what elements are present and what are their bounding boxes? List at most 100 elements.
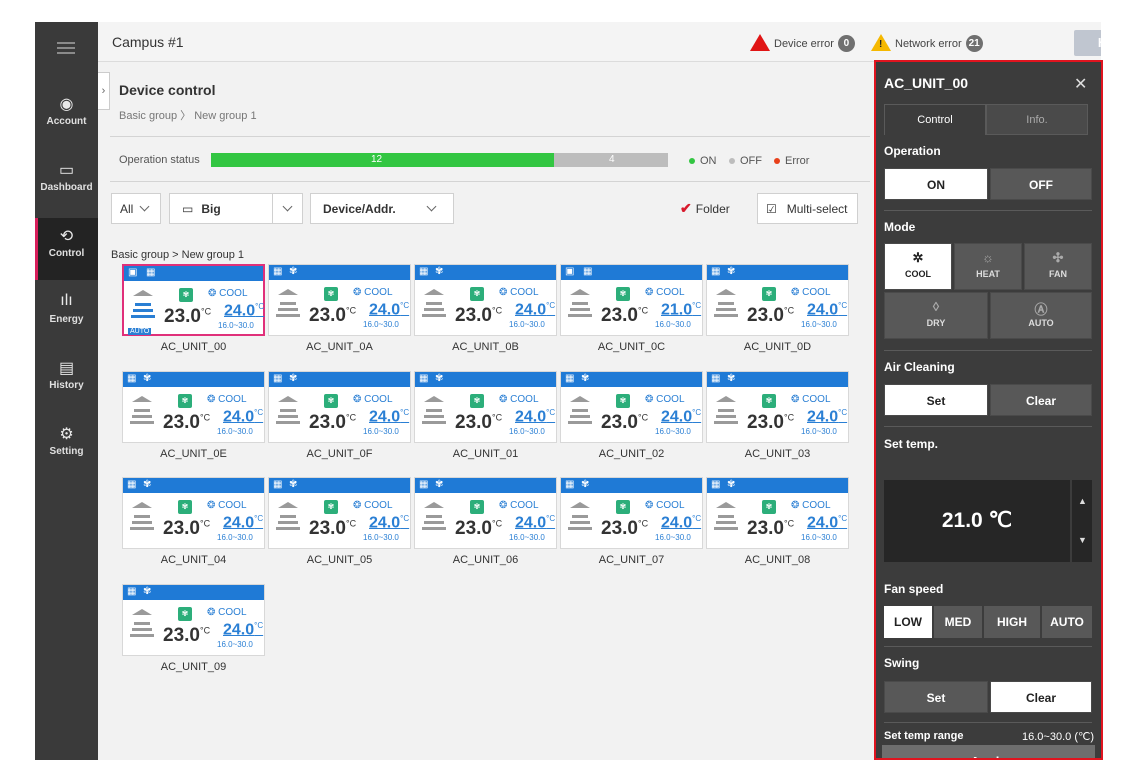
unit-card[interactable]: ▦ ✾ ✾ ❂ COOL 23.0°C 24.0°C 16.0~30.0 AC_UNIT_03 [706, 371, 849, 463]
mode-auto-button[interactable]: Ⓐ AUTO [990, 292, 1092, 339]
fan-low-button[interactable]: LOW [884, 606, 932, 638]
unit-card-body[interactable]: ▣ ▦ AUTO ✾ ❂ COOL 23.0°C 24.0°C 16.0~30.0 [122, 264, 265, 336]
unit-status-bar: ▦ ✾ [415, 372, 556, 387]
cassette-unit-icon [568, 502, 592, 530]
unit-card-body[interactable]: ▦ ✾ ✾ ❂ COOL 23.0°C 24.0°C 16.0~30.0 [122, 477, 265, 549]
mode-cool-button[interactable]: ✲ COOL [884, 243, 952, 290]
unit-card-body[interactable]: ▦ ✾ ✾ ❂ COOL 23.0°C 24.0°C 16.0~30.0 [122, 584, 265, 656]
mode-heat-button[interactable]: ☼ HEAT [954, 243, 1022, 290]
operation-status-bar: 12 4 [211, 153, 668, 167]
tab-info[interactable]: Info. [986, 104, 1088, 135]
unit-name: AC_UNIT_0B [452, 341, 519, 353]
tab-control[interactable]: Control [884, 104, 986, 135]
unit-name: AC_UNIT_0E [160, 448, 227, 460]
unit-card[interactable]: ▦ ✾ ✾ ❂ COOL 23.0°C 24.0°C 16.0~30.0 AC_UNIT_08 [706, 477, 849, 569]
schedule-icon: ▦ [711, 373, 721, 384]
network-error-indicator[interactable]: Network error 21 [871, 34, 983, 52]
unit-card[interactable]: ▦ ✾ ✾ ❂ COOL 23.0°C 24.0°C 16.0~30.0 AC_UNIT_05 [268, 477, 411, 569]
unit-card[interactable]: ▦ ✾ ✾ ❂ COOL 23.0°C 24.0°C 16.0~30.0 AC_UNIT_0D [706, 264, 849, 356]
temp-range: 16.0~30.0 [363, 427, 399, 436]
nav-item-dashboard[interactable]: ▭ Dashboard [35, 152, 98, 214]
unit-card[interactable]: ▣ ▦ ✾ ❂ COOL 23.0°C 21.0°C 16.0~30.0 AC_UNIT_0C [560, 264, 703, 356]
mode-fan-button[interactable]: ✣ FAN [1024, 243, 1092, 290]
fan-status-icon: ✾ [143, 586, 152, 597]
nav-item-history[interactable]: ▤ History [35, 350, 98, 412]
unit-card[interactable]: ▦ ✾ ✾ ❂ COOL 23.0°C 24.0°C 16.0~30.0 AC_UNIT_0F [268, 371, 411, 463]
operation-off-button[interactable]: OFF [990, 168, 1092, 200]
unit-card-body[interactable]: ▦ ✾ ✾ ❂ COOL 23.0°C 24.0°C 16.0~30.0 [122, 371, 265, 443]
unit-card-body[interactable]: ▦ ✾ ✾ ❂ COOL 23.0°C 24.0°C 16.0~30.0 [268, 371, 411, 443]
view-size-dropdown[interactable] [272, 193, 303, 224]
multi-select-button[interactable]: ☑ Multi-select [757, 193, 858, 224]
unit-status-bar: ▦ ✾ [707, 478, 848, 493]
unit-card-body[interactable]: ▣ ▦ ✾ ❂ COOL 23.0°C 21.0°C 16.0~30.0 [560, 264, 703, 336]
nav-item-setting[interactable]: ⚙ Setting [35, 416, 98, 478]
unit-card[interactable]: ▦ ✾ ✾ ❂ COOL 23.0°C 24.0°C 16.0~30.0 AC_UNIT_0B [414, 264, 557, 356]
air-cleaning-set-button[interactable]: Set [884, 384, 988, 416]
temp-down-arrow-icon[interactable]: ▼ [1078, 535, 1087, 545]
swing-clear-button[interactable]: Clear [990, 681, 1092, 713]
unit-card-body[interactable]: ▦ ✾ ✾ ❂ COOL 23.0°C 24.0°C 16.0~30.0 [268, 264, 411, 336]
fan-badge-icon: ✾ [762, 287, 776, 301]
apply-button[interactable]: Apply [882, 745, 1095, 760]
mode-dry-button[interactable]: ◊ DRY [884, 292, 988, 339]
folder-checkbox[interactable]: ✔ Folder [680, 193, 740, 224]
set-temp: 24.0°C [223, 408, 264, 426]
account-icon: ◉ [59, 96, 74, 113]
unit-card-body[interactable]: ▦ ✾ ✾ ❂ COOL 23.0°C 24.0°C 16.0~30.0 [706, 264, 849, 336]
unit-card[interactable]: ▦ ✾ ✾ ❂ COOL 23.0°C 24.0°C 16.0~30.0 AC_UNIT_01 [414, 371, 557, 463]
current-temp: 23.0°C [747, 412, 795, 433]
unit-mode: ❂ COOL [645, 500, 685, 511]
unit-status-bar: ▦ ✾ [269, 478, 410, 493]
menu-icon[interactable] [57, 42, 75, 54]
swing-set-button[interactable]: Set [884, 681, 988, 713]
temp-up-arrow-icon[interactable]: ▲ [1078, 496, 1087, 506]
unit-card-body[interactable]: ▦ ✾ ✾ ❂ COOL 23.0°C 24.0°C 16.0~30.0 [268, 477, 411, 549]
current-temp: 23.0°C [309, 518, 357, 539]
unit-card[interactable]: ▦ ✾ ✾ ❂ COOL 23.0°C 24.0°C 16.0~30.0 AC_UNIT_0A [268, 264, 411, 356]
air-cleaning-clear-button[interactable]: Clear [990, 384, 1092, 416]
sort-select[interactable]: Device/Addr. [310, 193, 454, 224]
schedule-icon: ▦ [583, 266, 593, 277]
schedule-icon: ▦ [273, 266, 283, 277]
unit-card[interactable]: ▦ ✾ ✾ ❂ COOL 23.0°C 24.0°C 16.0~30.0 AC_UNIT_09 [122, 584, 265, 676]
current-temp: 23.0°C [747, 518, 795, 539]
cassette-unit-icon [276, 289, 300, 317]
lock-icon: ▣ [565, 266, 575, 277]
fan-med-button[interactable]: MED [934, 606, 982, 638]
unit-card[interactable]: ▦ ✾ ✾ ❂ COOL 23.0°C 24.0°C 16.0~30.0 AC_UNIT_0E [122, 371, 265, 463]
unit-card[interactable]: ▦ ✾ ✾ ❂ COOL 23.0°C 24.0°C 16.0~30.0 AC_UNIT_02 [560, 371, 703, 463]
fan-auto-button[interactable]: AUTO [1042, 606, 1092, 638]
unit-card-body[interactable]: ▦ ✾ ✾ ❂ COOL 23.0°C 24.0°C 16.0~30.0 [414, 371, 557, 443]
chevron-down-icon [139, 201, 150, 212]
temp-range: 16.0~30.0 [655, 533, 691, 542]
nav-item-account[interactable]: ◉ Account [35, 86, 98, 148]
fan-status-icon: ✾ [289, 266, 298, 277]
schedule-icon: ▦ [711, 266, 721, 277]
unit-card[interactable]: ▦ ✾ ✾ ❂ COOL 23.0°C 24.0°C 16.0~30.0 AC_UNIT_04 [122, 477, 265, 569]
view-size-select[interactable]: ▭ Big [169, 193, 273, 224]
close-icon[interactable]: ✕ [1074, 74, 1087, 94]
filter-all-select[interactable]: All [111, 193, 161, 224]
current-temp: 23.0°C [163, 625, 211, 646]
divider [884, 426, 1092, 427]
unit-card-body[interactable]: ▦ ✾ ✾ ❂ COOL 23.0°C 24.0°C 16.0~30.0 [560, 477, 703, 549]
device-error-indicator[interactable]: Device error 0 [750, 34, 855, 52]
nav-item-energy[interactable]: ılı Energy [35, 284, 98, 346]
fan-status-icon: ✾ [289, 373, 298, 384]
unit-card-body[interactable]: ▦ ✾ ✾ ❂ COOL 23.0°C 24.0°C 16.0~30.0 [560, 371, 703, 443]
nav-item-control[interactable]: ⟲ Control [35, 218, 98, 280]
unit-card-body[interactable]: ▦ ✾ ✾ ❂ COOL 23.0°C 24.0°C 16.0~30.0 [706, 477, 849, 549]
unit-card[interactable]: ▣ ▦ AUTO ✾ ❂ COOL 23.0°C 24.0°C 16.0~30.0 AC_UNI… [122, 264, 265, 356]
unit-card[interactable]: ▦ ✾ ✾ ❂ COOL 23.0°C 24.0°C 16.0~30.0 AC_UNIT_06 [414, 477, 557, 569]
operation-on-button[interactable]: ON [884, 168, 988, 200]
help-button[interactable]: Help [1074, 30, 1101, 56]
unit-card-body[interactable]: ▦ ✾ ✾ ❂ COOL 23.0°C 24.0°C 16.0~30.0 [414, 264, 557, 336]
current-temp: 23.0°C [455, 518, 503, 539]
fan-high-button[interactable]: HIGH [984, 606, 1040, 638]
unit-status-bar: ▣ ▦ [124, 266, 263, 281]
expand-tree-button[interactable]: › [98, 72, 110, 110]
unit-card-body[interactable]: ▦ ✾ ✾ ❂ COOL 23.0°C 24.0°C 16.0~30.0 [414, 477, 557, 549]
unit-card[interactable]: ▦ ✾ ✾ ❂ COOL 23.0°C 24.0°C 16.0~30.0 AC_UNIT_07 [560, 477, 703, 569]
unit-card-body[interactable]: ▦ ✾ ✾ ❂ COOL 23.0°C 24.0°C 16.0~30.0 [706, 371, 849, 443]
